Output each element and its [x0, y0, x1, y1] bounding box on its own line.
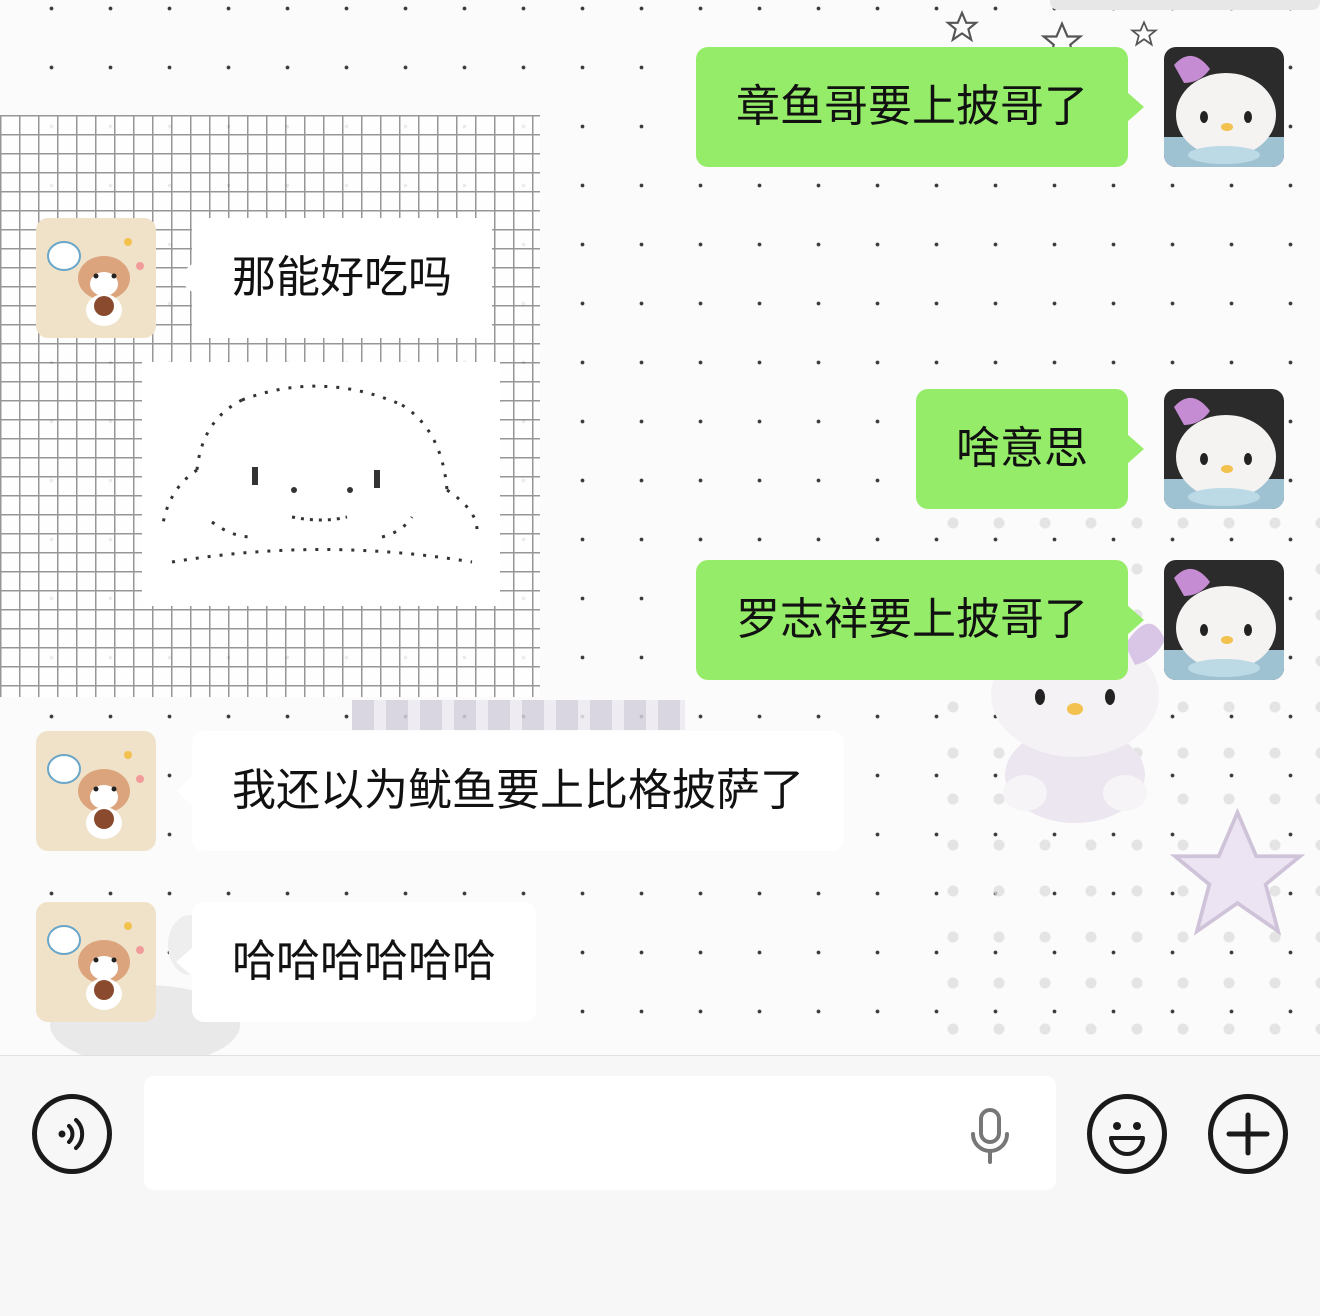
message-input-box[interactable] [144, 1076, 1056, 1190]
emoji-button[interactable] [1087, 1094, 1167, 1174]
more-options-button[interactable] [1208, 1094, 1288, 1174]
translucent-star-decoration [1169, 807, 1306, 936]
chat-background: 章鱼哥要上披哥了 那能好吃吗 啥意思 罗志祥要上披哥了 我还以为鱿鱼要上比格披萨… [0, 0, 1320, 1055]
hello-kitty-avatar[interactable] [1164, 389, 1284, 509]
hello-kitty-avatar[interactable] [1164, 47, 1284, 167]
microphone-icon[interactable] [966, 1106, 1014, 1166]
star-outline-icon [945, 10, 979, 43]
emoji-icon [1109, 1122, 1145, 1156]
message-bubble-received[interactable]: 我还以为鱿鱼要上比格披萨了 [176, 731, 844, 851]
message-bubble-received[interactable]: 那能好吃吗 [176, 218, 492, 338]
puppy-avatar[interactable] [36, 902, 156, 1022]
puppy-avatar[interactable] [36, 731, 156, 851]
voice-icon [58, 1118, 85, 1150]
decorative-strip [1050, 0, 1320, 10]
message-input[interactable] [168, 1076, 958, 1190]
plus-icon [1226, 1112, 1270, 1156]
hello-kitty-avatar[interactable] [1164, 560, 1284, 680]
message-bubble-sent[interactable]: 章鱼哥要上披哥了 [696, 47, 1144, 167]
washi-tape-decoration [352, 700, 685, 730]
star-outline-icon [1130, 20, 1158, 47]
dotted-drawing-card [142, 362, 500, 606]
puppy-avatar[interactable] [36, 218, 156, 338]
message-bubble-received[interactable]: 哈哈哈哈哈哈 [176, 902, 536, 1022]
message-bubble-sent[interactable]: 啥意思 [916, 389, 1144, 509]
voice-mode-button[interactable] [32, 1094, 112, 1174]
message-bubble-sent[interactable]: 罗志祥要上披哥了 [696, 560, 1144, 680]
